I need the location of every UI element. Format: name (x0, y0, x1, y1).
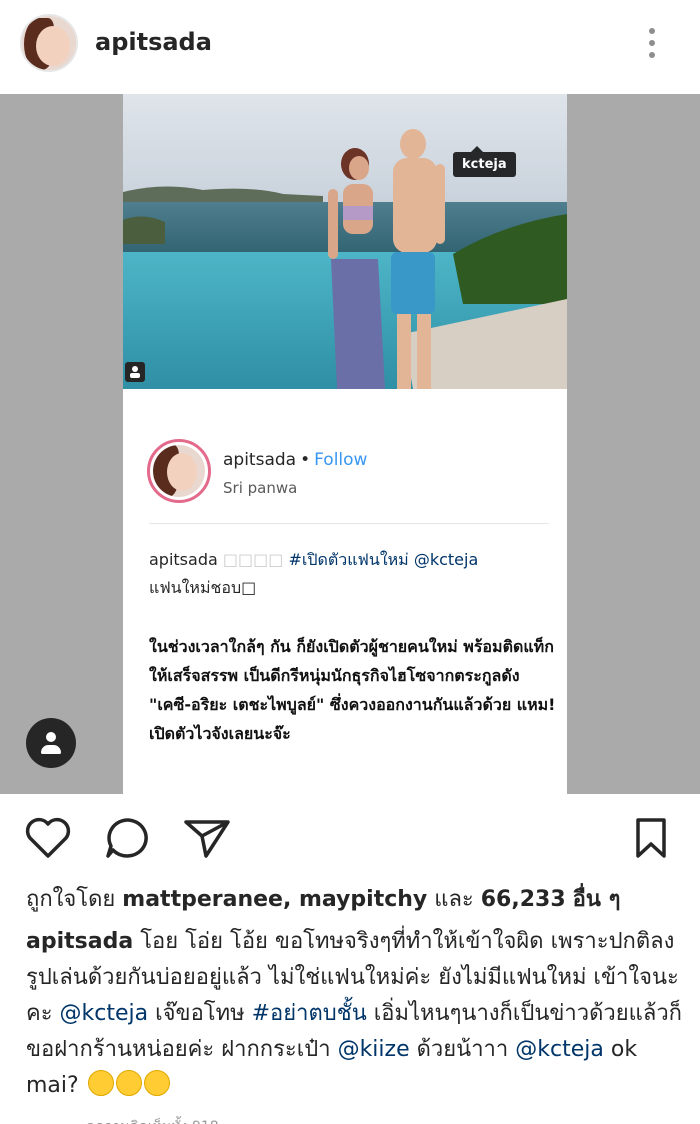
inner-caption: apitsada □□□□ #เปิดตัวแฟนใหม่ @kcteja แฟ… (149, 546, 549, 602)
caption-mention-1[interactable]: @kcteja (60, 1001, 149, 1026)
inner-location: Sri panwa (223, 479, 298, 497)
view-comments-link[interactable]: ดูความคิดเห็นทั้ง 918 (86, 1116, 219, 1124)
heart-icon[interactable] (24, 816, 72, 860)
tagged-user-icon[interactable] (26, 718, 76, 768)
post-header: apitsada (0, 0, 700, 94)
comment-icon[interactable] (104, 816, 152, 860)
send-icon[interactable] (182, 816, 232, 860)
likes-suffix: อื่น ๆ (572, 887, 621, 912)
inner-avatar (147, 439, 211, 503)
inner-caption-line2: แฟนใหม่ชอบ□ (149, 578, 257, 597)
post-caption: apitsada โอย โอ่ย โอ้ย ขอโทษจริงๆที่ทำให… (26, 924, 691, 1104)
inner-follow-link: Follow (314, 450, 368, 470)
action-bar (0, 794, 700, 876)
laughing-emoji-icon (115, 1070, 142, 1096)
likes-users[interactable]: mattperanee, maypitchy (122, 887, 427, 912)
inner-caption-hashtag: #เปิดตัวแฟนใหม่ (288, 550, 409, 569)
username[interactable]: apitsada (95, 28, 212, 56)
beach-photo: kcteja (123, 94, 567, 389)
inner-body-text: ในช่วงเวลาใกล้ๆ กัน ก็ยังเปิดตัวผู้ชายคน… (149, 637, 556, 743)
inner-caption-user: apitsada (149, 550, 218, 569)
divider (149, 523, 549, 524)
inner-caption-mention: @kcteja (413, 550, 479, 569)
screenshot-card: kcteja apitsada • Follow Sri panwa apitsad… (123, 94, 567, 794)
likes-prefix: ถูกใจโดย (26, 887, 116, 912)
inner-username: apitsada (223, 450, 297, 470)
inner-caption-boxes: □□□□ (222, 550, 284, 569)
caption-hashtag[interactable]: #อย่าตบชั้น (252, 1001, 367, 1026)
more-vertical-icon[interactable] (640, 24, 664, 64)
bookmark-icon[interactable] (634, 816, 668, 860)
inner-user-line: apitsada • Follow (223, 450, 368, 470)
caption-mention-2[interactable]: @kiize (338, 1037, 410, 1062)
caption-text-4: ด้วยน้าาา (416, 1037, 509, 1062)
caption-username[interactable]: apitsada (26, 929, 133, 954)
post-media[interactable]: kcteja apitsada • Follow Sri panwa apitsad… (0, 94, 700, 794)
caption-mention-3[interactable]: @kcteja (515, 1037, 604, 1062)
caption-text-2: เจ๊ขอโทษ (155, 1001, 245, 1026)
likes-line: ถูกใจโดย mattperanee, maypitchy และ 66,2… (26, 882, 686, 918)
photo-tag-label[interactable]: kcteja (453, 146, 516, 177)
laughing-emoji-icon (143, 1070, 170, 1096)
laughing-emoji-icon (87, 1070, 114, 1096)
avatar[interactable] (20, 14, 78, 72)
likes-count[interactable]: 66,233 (481, 887, 566, 912)
tagged-people-icon[interactable] (125, 362, 145, 382)
likes-and: และ (434, 887, 474, 912)
